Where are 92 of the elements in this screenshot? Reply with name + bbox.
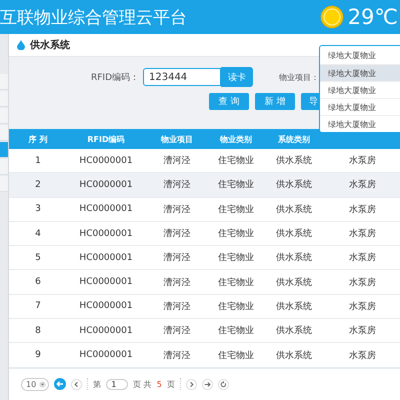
table-cell-text: 漕河泾 — [162, 228, 192, 240]
table-cell-text: 供水系统 — [275, 350, 313, 362]
table-cell-text: 9 — [34, 350, 42, 360]
page-label: 页 共 — [133, 378, 152, 390]
table-cell-text: 供水系统 — [275, 228, 313, 240]
table-cell-text: 住宅物业 — [217, 324, 255, 338]
field-label: 物业项目： — [279, 72, 319, 82]
sidebar-item[interactable] — [0, 125, 8, 141]
table-cell-text: 供水系统 — [275, 204, 313, 216]
table-cell-text: 住宅物业 — [217, 252, 255, 264]
page-label: 页 — [166, 378, 175, 390]
table-cell-text: 7 — [34, 301, 42, 312]
sidebar-item[interactable] — [0, 91, 8, 107]
sidebar-item[interactable] — [0, 74, 8, 90]
table-cell-text: HC0000001 — [78, 228, 134, 239]
column-header: 物业项目 — [160, 134, 194, 144]
table-cell-text: 供水系统 — [275, 276, 313, 289]
table-cell-text: 住宅物业 — [217, 154, 255, 168]
page-label: 第 — [93, 378, 102, 390]
table-cell-text: 水泵房 — [348, 178, 377, 192]
table-cell-text: 住宅物业 — [217, 300, 255, 313]
table-cell-text: HC0000001 — [78, 301, 134, 312]
table-cell-text: HC0000001 — [78, 252, 134, 263]
sidebar-item[interactable] — [0, 142, 8, 158]
table-cell-text: 供水系统 — [275, 154, 313, 168]
table-cell-text: 水泵房 — [348, 276, 377, 289]
first-page-icon[interactable] — [54, 378, 66, 390]
dropdown-option[interactable]: 绿地大厦物业 — [320, 64, 400, 81]
table-cell-text: 2 — [34, 180, 42, 190]
field-label: RFID编码： — [90, 72, 139, 84]
table-cell-text: HC0000001 — [78, 204, 134, 214]
column-header: 物业类别 — [218, 134, 253, 144]
table-cell-text: 住宅物业 — [217, 276, 255, 289]
project-dropdown-menu[interactable]: 绿地大厦物业 绿地大厦物业 绿地大厦物业 绿地大厦物业 绿地大厦物业 — [319, 45, 400, 133]
app-title: 互联物业综合管理云平台 — [0, 6, 188, 28]
sidebar-item[interactable] — [0, 108, 8, 124]
dropdown-option[interactable]: 绿地大厦物业 — [320, 115, 400, 132]
water-drop-icon — [17, 40, 25, 50]
table-cell-text: 供水系统 — [275, 324, 313, 338]
table-cell-text: 水泵房 — [348, 350, 377, 362]
table-cell-text: 漕河泾 — [162, 154, 192, 168]
table-cell-text: 水泵房 — [348, 154, 377, 168]
sidebar-item[interactable] — [0, 176, 8, 192]
table-cell-text: 水泵房 — [348, 324, 377, 338]
table-cell-text: 住宅物业 — [217, 228, 255, 240]
table-row[interactable]: 2 HC0000001 漕河泾 住宅物业 供水系统 水泵房 — [9, 173, 400, 198]
table-cell-text: 5 — [34, 252, 42, 263]
table-cell-text: 漕河泾 — [162, 324, 192, 338]
table-cell-text: 供水系统 — [275, 252, 313, 264]
table-cell-text: 水泵房 — [348, 252, 377, 264]
table-cell-text: HC0000001 — [78, 156, 134, 166]
next-page-icon[interactable] — [186, 378, 197, 390]
caret-icon — [39, 380, 46, 388]
sun-icon — [320, 5, 344, 29]
table-cell-text: HC0000001 — [78, 326, 134, 336]
table-cell-text: 住宅物业 — [217, 204, 255, 216]
table-cell-text: 漕河泾 — [162, 178, 192, 192]
prev-page-icon[interactable] — [71, 378, 82, 390]
table-cell-text: 6 — [34, 277, 42, 288]
refresh-icon[interactable] — [218, 378, 229, 390]
table-cell-text: HC0000001 — [78, 350, 134, 360]
table-cell-text: 供水系统 — [275, 300, 313, 313]
table-cell-text: HC0000001 — [78, 277, 134, 288]
table-cell-text: 水泵房 — [348, 228, 377, 240]
rfid-input[interactable]: 123444 — [143, 68, 221, 86]
select-value: 绿地大厦物业 — [327, 50, 377, 62]
table-cell-text: 漕河泾 — [162, 276, 192, 289]
table-cell-text: HC0000001 — [78, 180, 134, 190]
column-header: RFID编码 — [86, 134, 126, 144]
table-cell-text: 水泵房 — [348, 300, 377, 313]
last-page-icon[interactable] — [202, 378, 213, 390]
table-cell-text: 漕河泾 — [162, 300, 192, 313]
column-header: 系统类别 — [277, 134, 311, 144]
table-cell-text: 住宅物业 — [217, 350, 255, 362]
sidebar-item[interactable] — [0, 159, 8, 175]
page-input[interactable]: 1 — [106, 378, 128, 390]
table-cell-text: 1 — [34, 156, 42, 166]
page-size-select[interactable]: 10 — [21, 378, 50, 391]
table-cell-text: 漕河泾 — [162, 204, 192, 216]
temperature: 29℃ — [348, 5, 398, 29]
table-cell-text: 供水系统 — [275, 178, 313, 192]
page-tab[interactable]: 供水系统 — [30, 38, 70, 52]
table-cell-text: 4 — [34, 228, 42, 239]
table-cell-text: 漕河泾 — [162, 252, 192, 264]
table-cell-text: 住宅物业 — [217, 178, 255, 192]
table-cell-text: 3 — [34, 204, 42, 214]
table-cell-text: 水泵房 — [348, 204, 377, 216]
table-cell-text: 8 — [34, 326, 42, 336]
total-pages: 5 — [156, 380, 162, 389]
table-cell-text: 漕河泾 — [162, 350, 192, 362]
table-row[interactable]: 3 HC0000001 漕河泾 住宅物业 供水系统 水泵房 — [9, 198, 400, 222]
column-header: 序 列 — [28, 134, 48, 144]
